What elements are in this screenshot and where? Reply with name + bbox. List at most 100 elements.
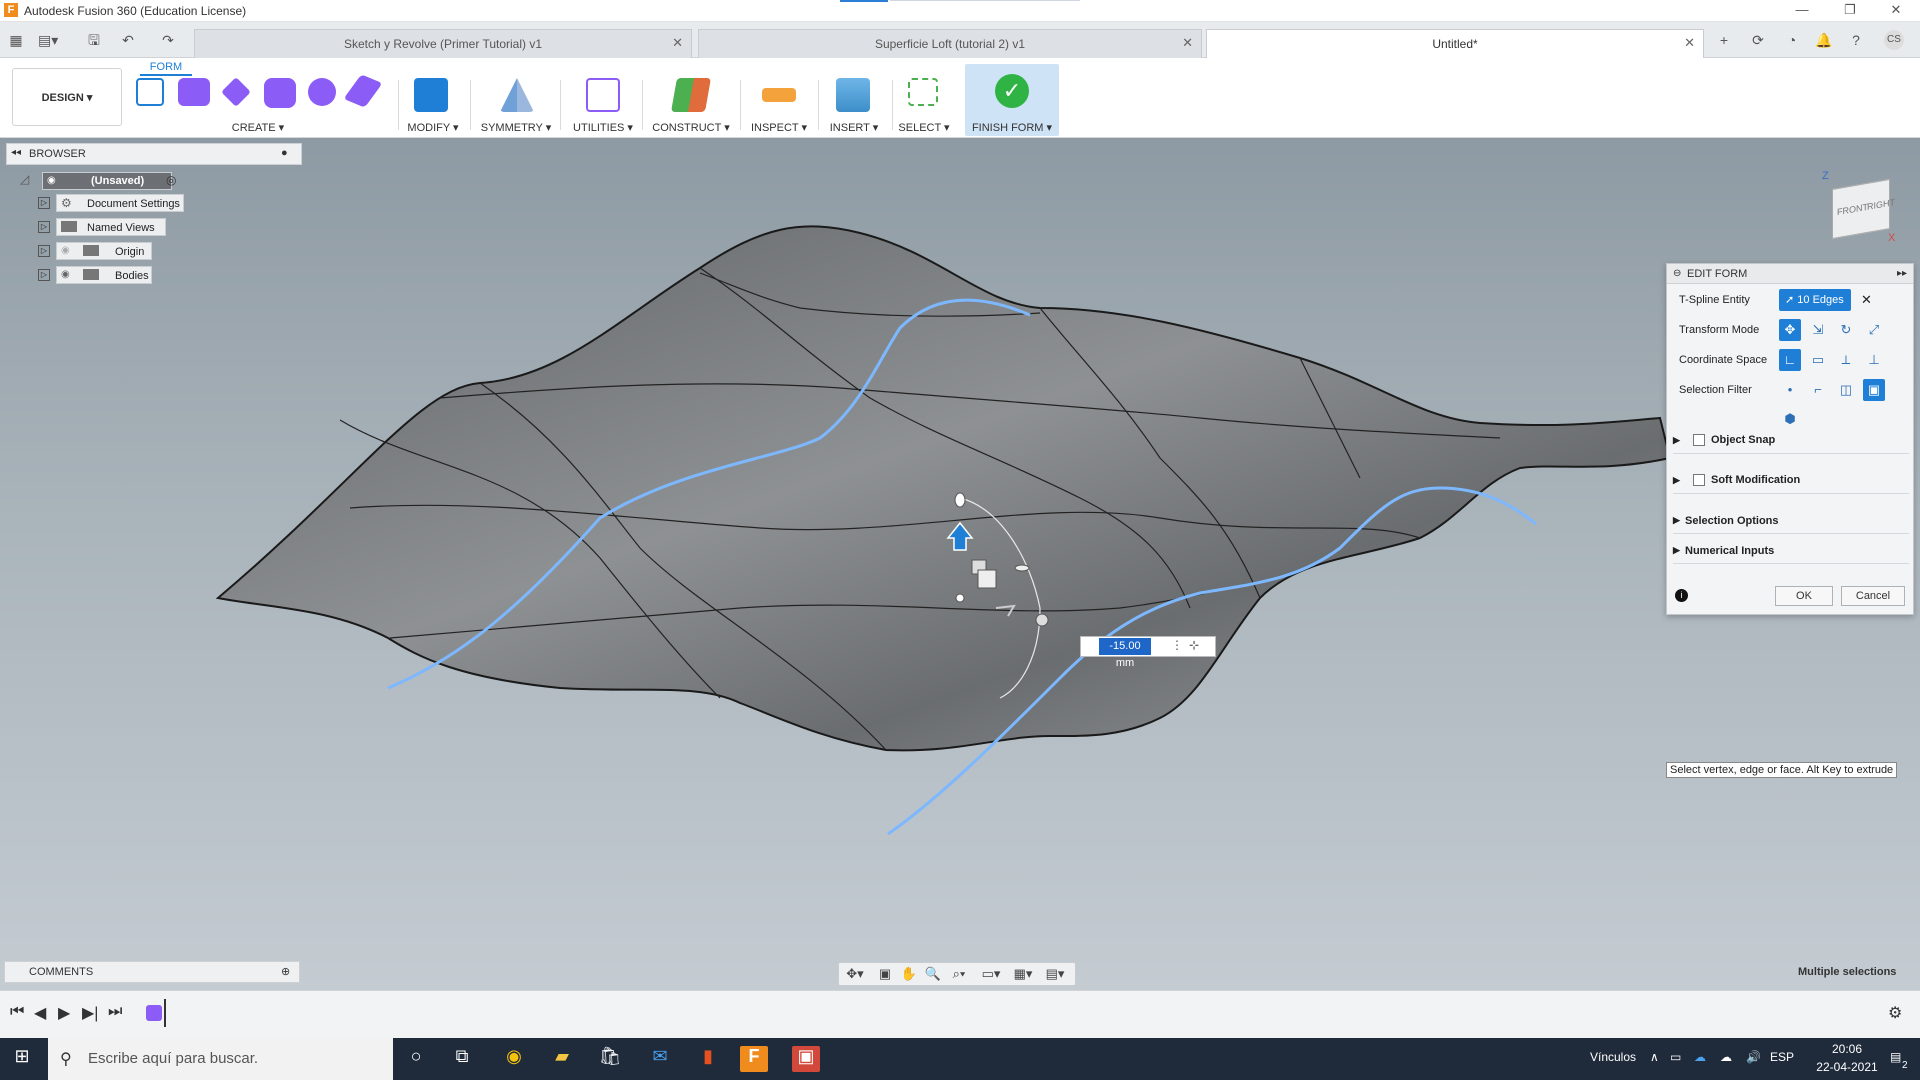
activate-icon[interactable]: ◎ [166, 173, 176, 187]
translate-icon[interactable]: ⇲ [1807, 319, 1829, 341]
expand-icon[interactable]: ▷ [38, 245, 50, 257]
object-snap-checkbox[interactable] [1693, 434, 1705, 447]
help-icon[interactable]: ? [1846, 30, 1866, 50]
tspline-entity-selector[interactable]: ➚ 10 Edges [1779, 289, 1851, 311]
add-comment-icon[interactable]: ⊕ [281, 965, 290, 978]
windows-start-icon[interactable]: ⊞ [8, 1046, 36, 1072]
hidden-eye-icon[interactable]: ◉ [61, 245, 70, 256]
comments-panel[interactable]: COMMENTS ⊕ [4, 961, 300, 983]
go-to-start-icon[interactable]: ⏮ [10, 1003, 24, 1021]
quadball-icon[interactable] [343, 74, 383, 108]
tree-item-origin[interactable]: ▷ ◉ Origin [38, 242, 238, 262]
rotate-icon[interactable]: ↻ [1835, 319, 1857, 341]
item-box[interactable]: ⚙ Document Settings [56, 194, 184, 212]
timeline-settings-icon[interactable]: ⚙ [1888, 1003, 1902, 1023]
chrome-icon[interactable]: ◉ [500, 1046, 528, 1072]
notifications-icon[interactable]: 🔔 [1814, 30, 1834, 50]
step-forward-icon[interactable]: ▶| [82, 1003, 98, 1023]
tab-untitled[interactable]: Untitled* ✕ [1206, 29, 1704, 58]
distance-input[interactable]: -15.00 mm [1099, 638, 1151, 669]
collapse-panel-icon[interactable]: ◂◂ [11, 147, 21, 158]
cloud-error-icon[interactable]: ☁ [1720, 1050, 1732, 1064]
look-at-icon[interactable]: ▣ [873, 966, 897, 984]
display-settings-icon[interactable]: ▭▾ [979, 966, 1003, 984]
expand-triangle-icon[interactable]: ▶ [1673, 515, 1680, 526]
network-icon[interactable]: ▭ [1670, 1050, 1681, 1064]
undo-icon[interactable]: ↶ [118, 30, 138, 50]
cancel-button[interactable]: Cancel [1841, 586, 1905, 606]
select-menu[interactable]: SELECT ▾ [896, 121, 952, 134]
construct-menu[interactable]: CONSTRUCT ▾ [652, 121, 730, 134]
expand-icon[interactable]: ▷ [38, 221, 50, 233]
fusion-taskbar-icon[interactable]: F [740, 1046, 768, 1072]
soft-modification-section[interactable]: ▶ Soft Modification [1673, 468, 1909, 494]
clock-time[interactable]: 20:06 [1812, 1042, 1882, 1056]
move-origin-icon[interactable]: ⊹ [1189, 638, 1199, 652]
plane-icon[interactable] [221, 77, 251, 107]
onedrive-icon[interactable]: ☁ [1694, 1050, 1706, 1064]
pan-icon[interactable]: ✋ [897, 966, 921, 984]
utilities-menu[interactable]: UTILITIES ▾ [572, 121, 634, 134]
user-avatar[interactable]: CS [1884, 30, 1904, 50]
close-window-icon[interactable]: ✕ [1876, 2, 1916, 20]
object-snap-section[interactable]: ▶ Object Snap [1673, 428, 1909, 454]
timeline-marker[interactable] [164, 999, 166, 1027]
view-space-icon[interactable]: ▭ [1807, 349, 1829, 371]
distance-input-box[interactable]: -15.00 mm ⋮ ⊹ [1080, 636, 1216, 669]
task-view-icon[interactable]: ⧉ [448, 1046, 476, 1072]
tab-sketch-revolve[interactable]: Sketch y Revolve (Primer Tutorial) v1 ✕ [194, 29, 692, 58]
face-filter-icon[interactable]: ◫ [1835, 379, 1857, 401]
insert-image-icon[interactable] [836, 78, 870, 112]
file-explorer-icon[interactable]: ▰ [548, 1046, 576, 1072]
workspace-switcher[interactable]: DESIGN ▾ [12, 68, 122, 126]
fit-icon[interactable]: ⌕▾ [947, 966, 971, 984]
body-filter-icon[interactable]: ⬢ [1779, 408, 1801, 430]
scale-icon[interactable]: ⤢ [1863, 319, 1885, 341]
modify-menu[interactable]: MODIFY ▾ [404, 121, 462, 134]
close-tab-icon[interactable]: ✕ [672, 35, 683, 51]
tree-item-bodies[interactable]: ▷ ◉ Bodies [38, 266, 238, 286]
world-space-icon[interactable]: ∟ [1779, 349, 1801, 371]
tree-item-named-views[interactable]: ▷ Named Views [38, 218, 238, 238]
store-icon[interactable]: 🛍 [596, 1046, 624, 1072]
selection-options-section[interactable]: ▶ Selection Options [1673, 508, 1909, 534]
collapse-dialog-icon[interactable]: ⊖ [1673, 268, 1681, 279]
insert-menu[interactable]: INSERT ▾ [826, 121, 882, 134]
eye-icon[interactable]: ◉ [47, 175, 56, 186]
expand-icon[interactable]: ▷ [38, 269, 50, 281]
jobs-icon[interactable]: ◔ [1782, 30, 1802, 50]
tray-overflow-icon[interactable]: ∧ [1650, 1050, 1659, 1064]
app-grid-icon[interactable]: ▦ [6, 30, 26, 50]
close-tab-icon[interactable]: ✕ [1684, 35, 1695, 51]
create-sketch-icon[interactable] [136, 78, 164, 106]
item-box[interactable]: ◉ Origin [56, 242, 152, 260]
redo-icon[interactable]: ↷ [158, 30, 178, 50]
item-box[interactable]: ◉ Bodies [56, 266, 152, 284]
office-icon[interactable]: ▮ [694, 1046, 722, 1072]
tab-superficie-loft[interactable]: Superficie Loft (tutorial 2) v1 ✕ [698, 29, 1202, 58]
sphere-icon[interactable] [308, 78, 336, 106]
form-feature-icon[interactable] [146, 1005, 162, 1021]
all-filter-icon[interactable]: ▣ [1863, 379, 1885, 401]
inspect-menu[interactable]: INSPECT ▾ [748, 121, 810, 134]
clear-selection-icon[interactable]: ✕ [1861, 292, 1872, 308]
grid-icon[interactable]: ▦▾ [1011, 966, 1035, 984]
step-back-icon[interactable]: ◀ [34, 1003, 46, 1023]
front-face-label[interactable]: FRONT [1837, 202, 1868, 217]
recorder-icon[interactable]: ▣ [792, 1046, 820, 1072]
more-options-icon[interactable]: ⋮ [1171, 638, 1183, 652]
cortana-icon[interactable]: ○ [402, 1046, 430, 1072]
expand-triangle-icon[interactable]: ▶ [1673, 475, 1680, 486]
symmetry-icon[interactable] [500, 78, 534, 112]
box-icon[interactable] [178, 78, 210, 106]
file-menu-icon[interactable]: ▤▾ [38, 30, 58, 50]
tree-root[interactable]: ◿ ◉ (Unsaved) ◎ [20, 172, 280, 192]
create-menu[interactable]: CREATE ▾ [226, 121, 290, 134]
finish-form-button[interactable]: ✓ FINISH FORM ▾ [965, 64, 1059, 136]
expand-triangle-icon[interactable]: ▶ [1673, 435, 1680, 446]
root-node[interactable]: ◉ (Unsaved) [42, 172, 172, 190]
multi-transform-icon[interactable]: ✥ [1779, 319, 1801, 341]
eye-icon[interactable]: ◉ [61, 269, 70, 280]
links-toolbar[interactable]: Vínculos [1590, 1050, 1636, 1064]
vertex-filter-icon[interactable]: • [1779, 379, 1801, 401]
